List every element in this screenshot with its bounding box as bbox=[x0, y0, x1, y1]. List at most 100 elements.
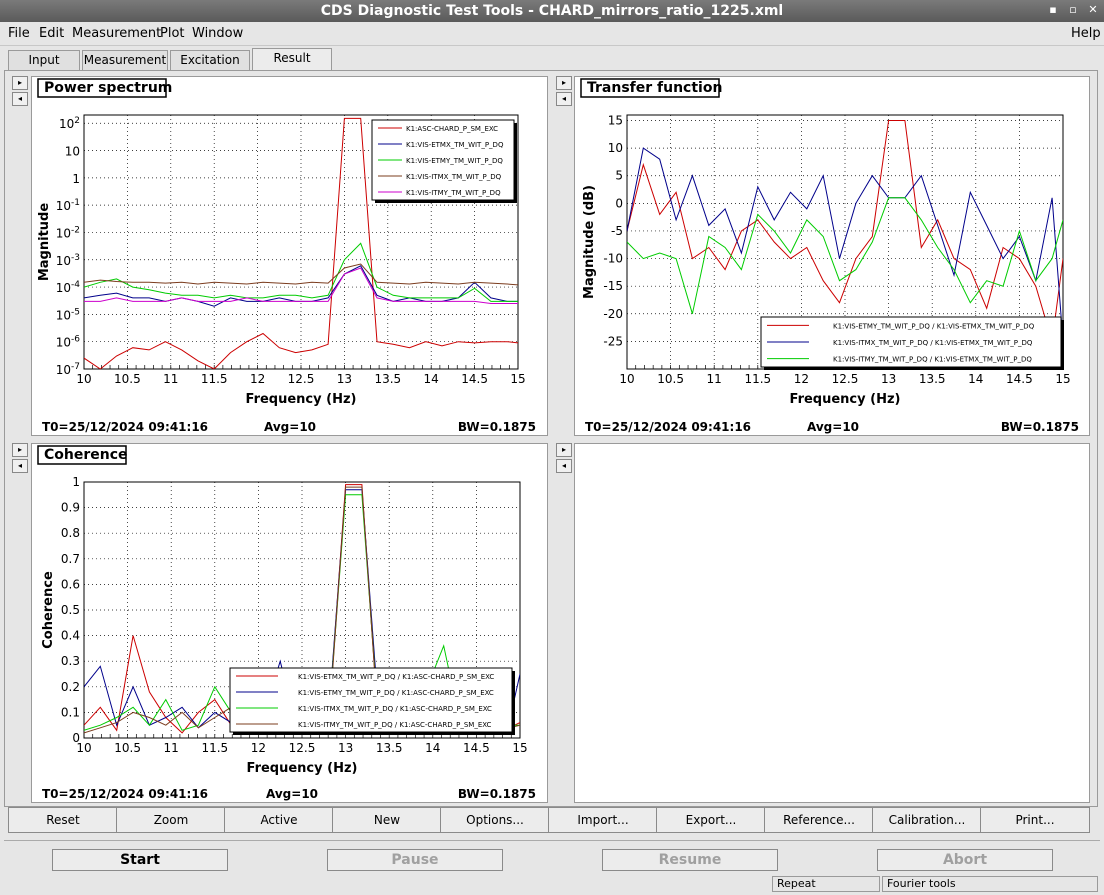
legend-entry: K1:VIS-ITMY_TM_WIT_P_DQ / K1:VIS-ETMX_TM… bbox=[833, 356, 1032, 364]
x-tick-label: 13 bbox=[338, 741, 353, 755]
x-tick-label: 10 bbox=[619, 372, 634, 386]
menu-edit[interactable]: Edit bbox=[39, 26, 64, 41]
x-axis-label: Frequency (Hz) bbox=[247, 761, 358, 776]
y-tick-label: 10 bbox=[608, 141, 623, 155]
abort-button[interactable]: Abort bbox=[877, 849, 1053, 871]
pad4-prev-icon[interactable]: ◂ bbox=[556, 459, 572, 473]
y-axis-label: Magnitude (dB) bbox=[582, 185, 597, 299]
x-tick-label: 11 bbox=[707, 372, 722, 386]
tab-result[interactable]: Result bbox=[252, 48, 332, 70]
reference-button[interactable]: Reference... bbox=[764, 807, 874, 833]
legend-entry: K1:VIS-ETMY_TM_WIT_P_DQ / K1:ASC-CHARD_P… bbox=[298, 689, 494, 697]
x-tick-label: 13.5 bbox=[374, 372, 401, 386]
y-axis-label: Magnitude bbox=[37, 203, 52, 282]
divider bbox=[4, 840, 1100, 841]
plot-toolbar: Reset Zoom Active New Options... Import.… bbox=[8, 807, 1094, 833]
legend-entry: K1:VIS-ITMY_TM_WIT_P_DQ bbox=[406, 189, 501, 197]
x-tick-label: 14 bbox=[968, 372, 983, 386]
x-axis-label: Frequency (Hz) bbox=[246, 392, 357, 407]
legend-entry: K1:ASC-CHARD_P_SM_EXC bbox=[406, 125, 498, 133]
status-fourier-tools: Fourier tools bbox=[882, 876, 1098, 892]
pause-button[interactable]: Pause bbox=[327, 849, 503, 871]
x-tick-label: 12 bbox=[794, 372, 809, 386]
reset-button[interactable]: Reset bbox=[8, 807, 118, 833]
export-button[interactable]: Export... bbox=[656, 807, 766, 833]
x-tick-label: 13.5 bbox=[919, 372, 946, 386]
pad4-next-icon[interactable]: ▸ bbox=[556, 443, 572, 457]
pad2-next-icon[interactable]: ▸ bbox=[556, 76, 572, 90]
menu-file[interactable]: File bbox=[8, 26, 30, 41]
y-tick-label: 10-4 bbox=[56, 280, 81, 295]
y-tick-label: 10-5 bbox=[56, 307, 80, 322]
x-tick-label: 13.5 bbox=[376, 741, 403, 755]
menu-window[interactable]: Window bbox=[192, 26, 243, 41]
tab-input[interactable]: Input bbox=[8, 50, 80, 70]
legend-entry: K1:VIS-ETMY_TM_WIT_P_DQ / K1:VIS-ETMX_TM… bbox=[833, 322, 1035, 330]
import-button[interactable]: Import... bbox=[548, 807, 658, 833]
y-tick-label: 1 bbox=[72, 172, 80, 186]
coherence-pad[interactable]: Coherence 1 0 10.5 11 11.5 12 12.5 13 13.5 14 14.5 1… bbox=[31, 443, 548, 803]
footer-t0: T0=25/12/2024 09:41:16 bbox=[42, 420, 208, 434]
x-tick-label: 13 bbox=[337, 372, 352, 386]
pad1-prev-icon[interactable]: ◂ bbox=[12, 92, 28, 106]
x-tick-label: 14.5 bbox=[1006, 372, 1033, 386]
y-tick-label: 0.1 bbox=[61, 705, 80, 719]
x-tick-label: 10.5 bbox=[657, 372, 684, 386]
zoom-button[interactable]: Zoom bbox=[116, 807, 226, 833]
status-repeat: Repeat bbox=[772, 876, 880, 892]
y-tick-label: 0.6 bbox=[61, 577, 80, 591]
footer-avg: Avg=10 bbox=[266, 787, 318, 801]
y-tick-label: -15 bbox=[603, 279, 623, 293]
y-tick-label: 0.3 bbox=[61, 654, 80, 668]
y-tick-label: 0 bbox=[615, 196, 623, 210]
x-tick-label: 12 bbox=[250, 372, 265, 386]
y-tick-label: 1 bbox=[72, 475, 80, 489]
calibration-button[interactable]: Calibration... bbox=[872, 807, 982, 833]
pad3-next-icon[interactable]: ▸ bbox=[12, 443, 28, 457]
y-tick-label: 0.2 bbox=[61, 680, 80, 694]
x-tick-label: 12.5 bbox=[289, 741, 316, 755]
legend-entry: K1:VIS-ETMX_TM_WIT_P_DQ bbox=[406, 141, 504, 149]
x-tick-label: 14 bbox=[424, 372, 439, 386]
tab-excitation[interactable]: Excitation bbox=[170, 50, 250, 70]
start-button[interactable]: Start bbox=[52, 849, 228, 871]
menu-help[interactable]: Help bbox=[1071, 26, 1101, 41]
close-icon[interactable]: ✕ bbox=[1086, 2, 1100, 18]
menu-plot[interactable]: Plot bbox=[160, 26, 185, 41]
footer-avg: Avg=10 bbox=[807, 420, 859, 434]
new-button[interactable]: New bbox=[332, 807, 442, 833]
y-axis-label: Coherence bbox=[41, 571, 56, 649]
x-tick-label: 15 bbox=[510, 372, 525, 386]
minimize-icon[interactable]: ▪ bbox=[1046, 2, 1060, 18]
y-tick-label: 0.7 bbox=[61, 552, 80, 566]
x-tick-label: 15 bbox=[512, 741, 527, 755]
menu-measurement[interactable]: Measurement bbox=[72, 26, 161, 41]
x-tick-label: 11 bbox=[163, 372, 178, 386]
empty-pad[interactable] bbox=[574, 443, 1090, 803]
legend-entry: K1:VIS-ETMX_TM_WIT_P_DQ / K1:ASC-CHARD_P… bbox=[298, 673, 494, 681]
y-tick-label: 10-3 bbox=[56, 253, 80, 268]
transfer-function-pad[interactable]: Transfer function 10 10.5 11 11.5 12 12.5 13 13.… bbox=[574, 76, 1090, 436]
y-tick-label: 10-2 bbox=[56, 225, 80, 240]
y-tick-label: -5 bbox=[611, 224, 623, 238]
maximize-icon[interactable]: ▫ bbox=[1066, 2, 1080, 18]
footer-bw: BW=0.1875 bbox=[1001, 420, 1079, 434]
pad3-prev-icon[interactable]: ◂ bbox=[12, 459, 28, 473]
pad2-prev-icon[interactable]: ◂ bbox=[556, 92, 572, 106]
x-tick-label: 14.5 bbox=[463, 741, 490, 755]
chart-title: Power spectrum bbox=[44, 80, 172, 96]
y-tick-label: 0.8 bbox=[61, 526, 80, 540]
print-button[interactable]: Print... bbox=[980, 807, 1090, 833]
options-button[interactable]: Options... bbox=[440, 807, 550, 833]
y-tick-label: 10-6 bbox=[56, 335, 81, 350]
active-button[interactable]: Active bbox=[224, 807, 334, 833]
y-tick-label: -10 bbox=[603, 252, 623, 266]
pad1-next-icon[interactable]: ▸ bbox=[12, 76, 28, 90]
tab-measurement[interactable]: Measurement bbox=[82, 50, 168, 70]
x-axis-label: Frequency (Hz) bbox=[790, 392, 901, 407]
power-spectrum-pad[interactable]: Power spectrum 10 10.5 11 11.5 12 12.5 13 13.5 14… bbox=[31, 76, 548, 436]
y-tick-label: 5 bbox=[615, 169, 623, 183]
x-tick-label: 14 bbox=[425, 741, 440, 755]
resume-button[interactable]: Resume bbox=[602, 849, 778, 871]
x-tick-label: 10.5 bbox=[114, 741, 141, 755]
